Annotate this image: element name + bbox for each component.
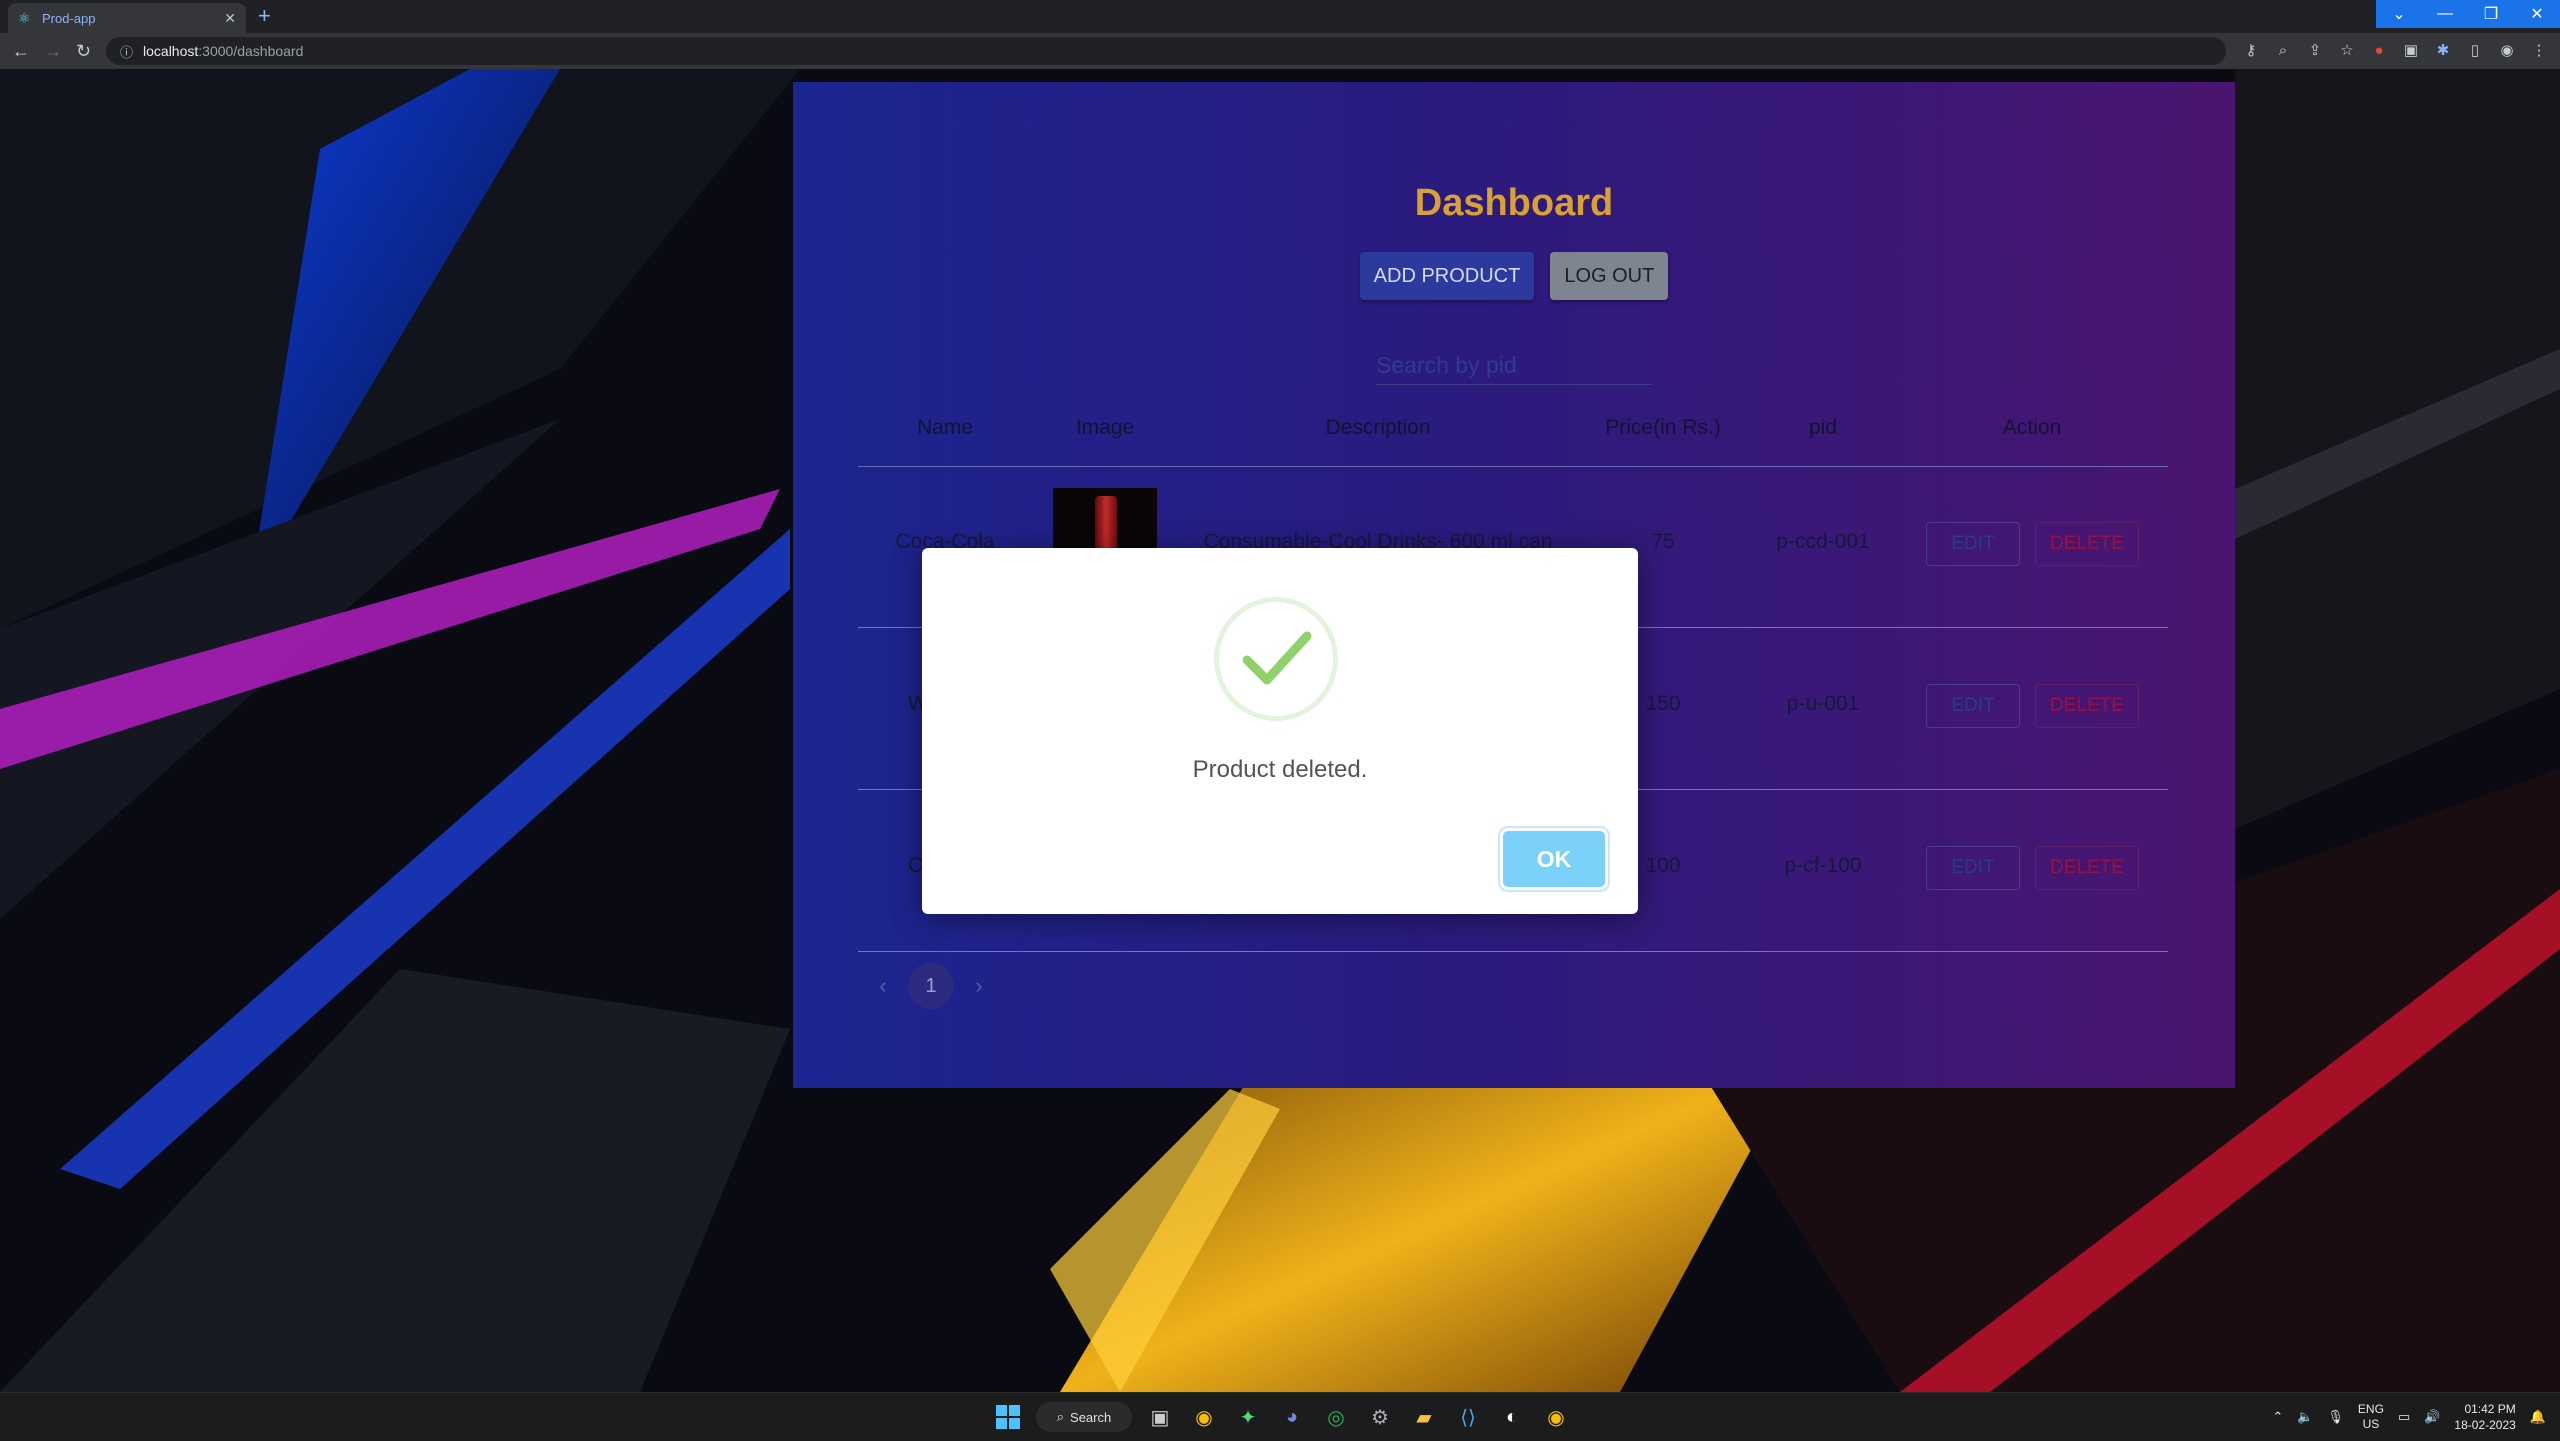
taskbar-search-label: Search xyxy=(1070,1409,1112,1425)
success-check-icon xyxy=(1214,597,1338,721)
checkmark-icon xyxy=(1242,631,1312,685)
windows-taskbar: ⌕ Search ▣ ◉ ✦ ◕ ◎ ⚙ ▰ ⟨⟩ ◐ ◉ ⌃ 🔈 🎙 ENG … xyxy=(0,1392,2560,1441)
search-icon: ⌕ xyxy=(1056,1409,1065,1424)
tray-chevron-up-icon[interactable]: ⌃ xyxy=(2272,1409,2283,1425)
speaker-icon[interactable]: 🔈 xyxy=(2297,1409,2313,1425)
chrome-secondary-icon[interactable]: ◉ xyxy=(1540,1401,1572,1433)
taskbar-search-button[interactable]: ⌕ Search xyxy=(1036,1402,1132,1432)
region-code: US xyxy=(2362,1417,2380,1431)
dialog-message: Product deleted. xyxy=(1192,756,1368,783)
ok-button[interactable]: OK xyxy=(1503,831,1605,887)
system-tray: ⌃ 🔈 🎙 ENG US ▭ 🔊 01:42 PM 18-02-2023 🔔 xyxy=(2272,1399,2546,1435)
task-view-icon[interactable]: ▣ xyxy=(1144,1401,1176,1433)
volume-icon[interactable]: 🔊 xyxy=(2424,1409,2440,1425)
chrome-icon[interactable]: ◉ xyxy=(1188,1401,1220,1433)
microphone-icon[interactable]: 🎙 xyxy=(2327,1409,2344,1425)
app-white-icon[interactable]: ◐ xyxy=(1496,1401,1528,1433)
modal-overlay: Product deleted. OK xyxy=(0,0,2560,1440)
clock-time: 01:42 PM xyxy=(2464,1402,2516,1416)
app-green-icon[interactable]: ✦ xyxy=(1232,1401,1264,1433)
clock[interactable]: 01:42 PM 18-02-2023 xyxy=(2454,1401,2515,1433)
language-indicator[interactable]: ENG US xyxy=(2358,1402,2384,1432)
language-code: ENG xyxy=(2357,1402,2384,1416)
network-icon[interactable]: ▭ xyxy=(2398,1409,2410,1425)
clock-date: 18-02-2023 xyxy=(2454,1418,2516,1432)
spotify-icon[interactable]: ◎ xyxy=(1320,1401,1352,1433)
success-dialog: Product deleted. OK xyxy=(922,548,1638,914)
vscode-icon[interactable]: ⟨⟩ xyxy=(1452,1401,1484,1433)
notification-bell-icon[interactable]: 🔔 xyxy=(2530,1409,2546,1425)
discord-icon[interactable]: ◕ xyxy=(1276,1401,1308,1433)
settings-gear-icon[interactable]: ⚙ xyxy=(1364,1401,1396,1433)
start-windows-icon[interactable] xyxy=(992,1401,1024,1433)
file-explorer-icon[interactable]: ▰ xyxy=(1408,1401,1440,1433)
taskbar-apps: ⌕ Search ▣ ◉ ✦ ◕ ◎ ⚙ ▰ ⟨⟩ ◐ ◉ xyxy=(992,1399,1572,1435)
